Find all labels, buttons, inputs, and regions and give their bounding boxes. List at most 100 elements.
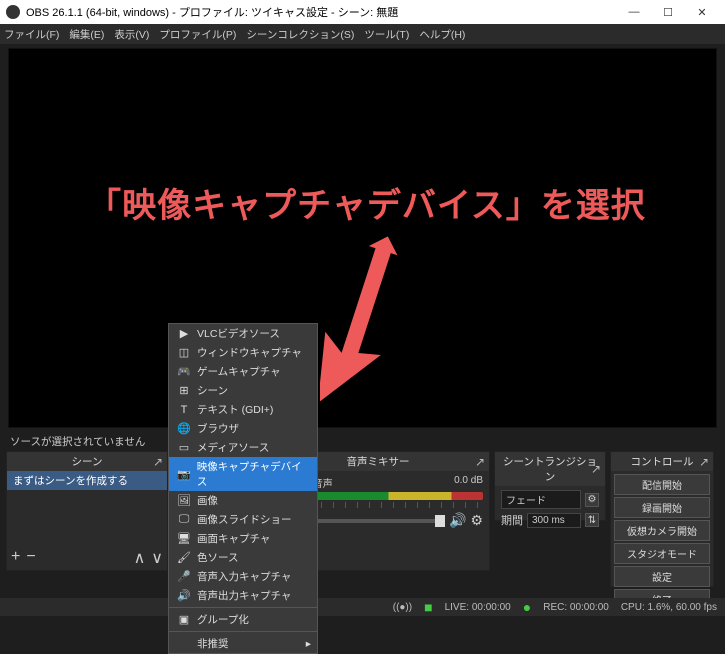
source-type-icon: 🖌 <box>177 551 191 564</box>
context-menu-label: 画面キャプチャ <box>197 531 270 546</box>
context-menu-label: 映像キャプチャデバイス <box>197 459 309 489</box>
source-type-icon: ◫ <box>177 346 191 359</box>
context-menu-label: 音声入力キャプチャ <box>197 569 291 584</box>
context-menu-item[interactable]: 🎤 音声入力キャプチャ <box>169 567 317 586</box>
context-menu-item[interactable]: 🎮 ゲームキャプチャ <box>169 362 317 381</box>
scene-up-button[interactable]: ∧ <box>134 548 146 568</box>
window-title: OBS 26.1.1 (64-bit, windows) - プロファイル: ツ… <box>26 4 398 20</box>
popout-icon[interactable]: ↗ <box>591 462 601 476</box>
context-menu-item[interactable]: ◫ ウィンドウキャプチャ <box>169 343 317 362</box>
menu-view[interactable]: 表示(V) <box>114 27 149 42</box>
duration-stepper[interactable]: ⇅ <box>585 513 599 527</box>
close-button[interactable]: ✕ <box>685 0 719 24</box>
add-scene-button[interactable]: + <box>11 548 20 568</box>
controls-header: コントロール ↗ <box>611 452 713 471</box>
no-source-notice: ソースが選択されていません <box>0 432 725 451</box>
remove-scene-button[interactable]: − <box>26 548 35 568</box>
rec-time: REC: 00:00:00 <box>543 602 609 613</box>
popout-icon[interactable]: ↗ <box>153 455 163 469</box>
context-menu-item[interactable]: ▶ VLCビデオソース <box>169 324 317 343</box>
start-record-button[interactable]: 録画開始 <box>614 497 710 518</box>
menu-file[interactable]: ファイル(F) <box>4 27 59 42</box>
context-menu-item[interactable]: 🖥 画面キャプチャ <box>169 529 317 548</box>
context-menu-label: 非推奨 <box>197 636 229 651</box>
mixer-db-value: 0.0 dB <box>454 475 483 490</box>
source-type-icon: 🖥 <box>177 532 191 545</box>
studio-mode-button[interactable]: スタジオモード <box>614 543 710 564</box>
start-virtualcam-button[interactable]: 仮想カメラ開始 <box>614 520 710 541</box>
duration-label: 期間 <box>501 512 523 528</box>
source-type-icon: 🎮 <box>177 365 191 378</box>
menu-scene-collection[interactable]: シーンコレクション(S) <box>246 27 354 42</box>
menu-help[interactable]: ヘルプ(H) <box>419 27 465 42</box>
scenes-panel: シーン ↗ まずはシーンを作成する + − ∧ ∨ <box>6 451 168 571</box>
context-menu-label: シーン <box>197 383 228 398</box>
add-source-context-menu: ▶ VLCビデオソース ◫ ウィンドウキャプチャ 🎮 ゲームキャプチャ ⊞ シーン T テキスト … <box>168 323 318 654</box>
start-stream-button[interactable]: 配信開始 <box>614 474 710 495</box>
popout-icon[interactable]: ↗ <box>699 455 709 469</box>
context-menu-item[interactable]: T テキスト (GDI+) <box>169 400 317 419</box>
context-menu-item[interactable]: 🖼 画像 <box>169 491 317 510</box>
scene-down-button[interactable]: ∨ <box>151 548 163 568</box>
group-icon: ▣ <box>177 613 191 626</box>
menu-profile[interactable]: プロファイル(P) <box>159 27 236 42</box>
context-menu-label: 画像スライドショー <box>197 512 292 527</box>
minimize-button[interactable]: — <box>617 0 651 24</box>
source-type-icon: ▭ <box>177 441 191 454</box>
source-type-icon: T <box>177 404 191 416</box>
context-menu-label: ゲームキャプチャ <box>197 364 281 379</box>
live-indicator-icon: ■ <box>424 599 432 615</box>
gear-icon[interactable]: ⚙ <box>470 512 483 529</box>
controls-panel: コントロール ↗ 配信開始 録画開始 仮想カメラ開始 スタジオモード 設定 終了 <box>610 451 714 587</box>
settings-button[interactable]: 設定 <box>614 566 710 587</box>
signal-icon: ((●)) <box>393 602 412 613</box>
context-menu-item[interactable]: 🖌 色ソース <box>169 548 317 567</box>
duration-input[interactable]: 300 ms <box>527 513 581 528</box>
context-menu-label: 音声出力キャプチャ <box>197 588 291 603</box>
menubar: ファイル(F) 編集(E) 表示(V) プロファイル(P) シーンコレクション(… <box>0 24 725 44</box>
context-menu-label: グループ化 <box>197 612 249 627</box>
source-type-icon: 🖵 <box>177 513 191 526</box>
context-menu-item[interactable]: ▭ メディアソース <box>169 438 317 457</box>
context-menu-item[interactable]: 🖵 画像スライドショー <box>169 510 317 529</box>
context-menu-label: VLCビデオソース <box>197 326 280 341</box>
annotation-arrow-icon <box>320 232 400 412</box>
transition-select[interactable]: フェード <box>501 490 581 509</box>
source-type-icon: 🔊 <box>177 589 191 602</box>
source-type-icon: 🎤 <box>177 570 191 583</box>
context-menu-item[interactable]: 🔊 音声出力キャプチャ <box>169 586 317 605</box>
context-menu-item[interactable]: 📷 映像キャプチャデバイス <box>169 457 317 491</box>
transition-settings-button[interactable]: ⚙ <box>585 493 599 507</box>
transitions-header: シーントランジション ↗ <box>495 452 605 486</box>
cpu-stats: CPU: 1.6%, 60.00 fps <box>621 602 717 613</box>
scenes-header: シーン ↗ <box>7 452 167 471</box>
transitions-panel: シーントランジション ↗ フェード ⚙ 期間 300 ms ⇅ <box>494 451 606 521</box>
context-menu-label: 色ソース <box>197 550 238 565</box>
source-type-icon: ⊞ <box>177 384 191 397</box>
scene-list[interactable]: まずはシーンを作成する <box>7 471 167 546</box>
context-menu-group[interactable]: ▣ グループ化 <box>169 610 317 629</box>
context-menu-label: 画像 <box>197 493 218 508</box>
menu-tools[interactable]: ツール(T) <box>364 27 409 42</box>
maximize-button[interactable]: ☐ <box>651 0 685 24</box>
popout-icon[interactable]: ↗ <box>475 455 485 469</box>
menu-edit[interactable]: 編集(E) <box>69 27 104 42</box>
source-type-icon: 📷 <box>177 468 191 481</box>
context-menu-deprecated[interactable]: 非推奨 <box>169 634 317 653</box>
scene-item[interactable]: まずはシーンを作成する <box>7 471 167 490</box>
context-menu-label: テキスト (GDI+) <box>197 402 273 417</box>
source-type-icon: ▶ <box>177 327 191 340</box>
context-menu-label: メディアソース <box>197 440 269 455</box>
annotation-text: 「映像キャプチャデバイス」を選択 <box>18 178 715 227</box>
context-menu-item[interactable]: 🌐 ブラウザ <box>169 419 317 438</box>
source-type-icon: 🌐 <box>177 422 191 435</box>
live-time: LIVE: 00:00:00 <box>445 602 511 613</box>
context-menu-label: ブラウザ <box>197 421 239 436</box>
speaker-icon[interactable]: 🔊 <box>449 512 466 529</box>
source-type-icon: 🖼 <box>177 494 191 507</box>
app-icon <box>6 5 20 19</box>
context-menu-item[interactable]: ⊞ シーン <box>169 381 317 400</box>
statusbar: ((●)) ■ LIVE: 00:00:00 ● REC: 00:00:00 C… <box>0 598 725 616</box>
rec-indicator-icon: ● <box>523 599 531 615</box>
context-menu-label: ウィンドウキャプチャ <box>197 345 302 360</box>
